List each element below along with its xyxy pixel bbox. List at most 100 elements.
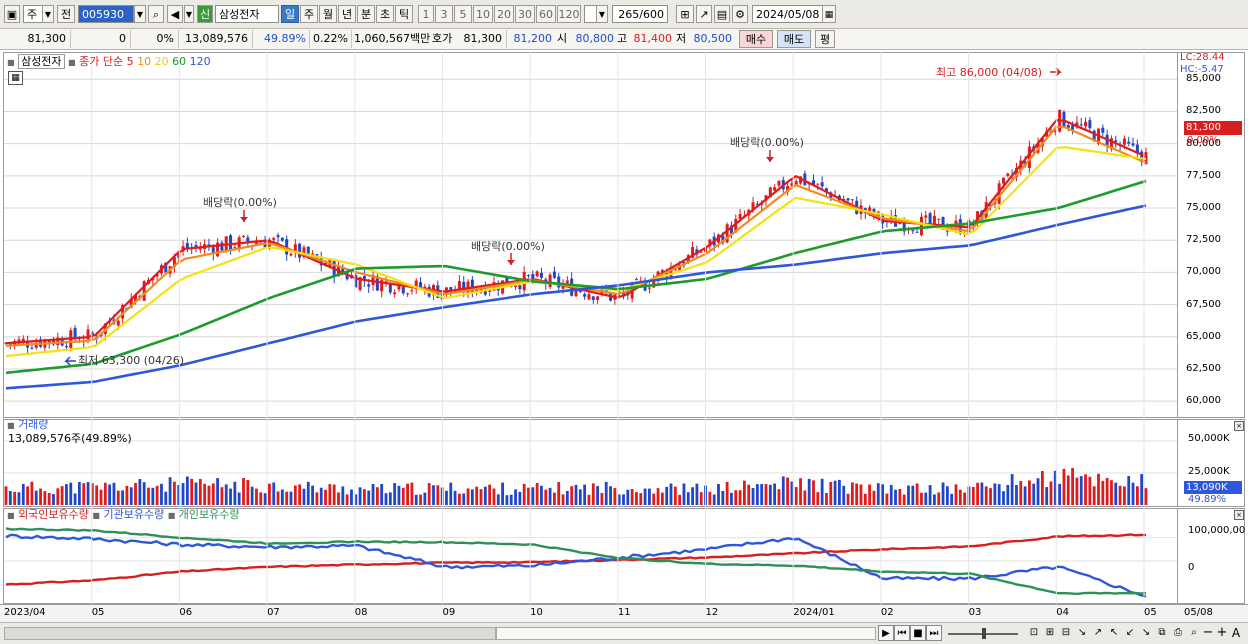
- font-size-icon[interactable]: A: [1228, 625, 1244, 641]
- volume-bar: [181, 483, 185, 505]
- volume-bar: [747, 484, 751, 505]
- volume-bar: [963, 492, 967, 505]
- print-icon[interactable]: ⎙: [1170, 625, 1186, 641]
- rewind-icon[interactable]: ⏮: [894, 625, 910, 641]
- volume-bar: [276, 491, 280, 505]
- draw-icon[interactable]: ↗: [1090, 625, 1106, 641]
- volume-bar: [1140, 474, 1144, 505]
- volume-bar: [665, 486, 669, 505]
- candle-body: [30, 347, 34, 349]
- volume-bar: [17, 492, 21, 505]
- volume-bar: [337, 492, 340, 505]
- volume-bar: [108, 484, 112, 505]
- legend-period-10[interactable]: 10: [137, 55, 151, 68]
- candle-body: [289, 253, 293, 256]
- volume-bar: [419, 494, 422, 505]
- copy-icon[interactable]: ⧉: [1154, 625, 1170, 641]
- volume-bar: [971, 487, 975, 505]
- legend-bullet-icon: ■: [68, 58, 76, 67]
- volume-bar: [695, 483, 699, 505]
- crosshair-icon[interactable]: ⊡: [1026, 625, 1042, 641]
- stop-icon[interactable]: ■: [910, 625, 926, 641]
- volume-bar: [643, 488, 647, 505]
- volume-bar: [924, 492, 928, 505]
- layout-icon[interactable]: ⊞: [1042, 625, 1058, 641]
- volume-bar: [1028, 480, 1031, 505]
- holdings-series-foreign[interactable]: 외국인보유수량: [18, 508, 89, 521]
- volume-bar: [535, 483, 539, 505]
- legend-indicator[interactable]: 종가 단순: [79, 55, 123, 68]
- legend-title[interactable]: 삼성전자: [18, 54, 65, 69]
- volume-bar: [734, 490, 738, 505]
- candle-body: [587, 294, 591, 300]
- volume-bar: [470, 489, 474, 505]
- close-icon[interactable]: ×: [1234, 421, 1244, 431]
- volume-bar: [298, 484, 302, 505]
- close-icon[interactable]: ×: [1234, 510, 1244, 520]
- volume-bar: [233, 481, 237, 505]
- scroll-right-icon[interactable]: ▶: [878, 625, 894, 641]
- legend-period-5[interactable]: 5: [127, 55, 134, 68]
- volume-bar: [4, 486, 8, 505]
- holdings-series-institution[interactable]: 기관보유수량: [103, 508, 164, 521]
- volume-bar: [1079, 476, 1083, 505]
- arrow-icon[interactable]: ↘: [1138, 625, 1154, 641]
- volume-bar: [319, 487, 323, 505]
- volume-bar: [173, 481, 176, 505]
- volume-bar: [609, 486, 612, 505]
- candle-body: [919, 216, 923, 236]
- holdings-tick: 100,000,00: [1188, 525, 1246, 536]
- volume-title[interactable]: 거래량: [18, 418, 48, 431]
- legend-period-120[interactable]: 120: [190, 55, 211, 68]
- scroll-track[interactable]: [4, 627, 496, 640]
- volume-bar: [242, 478, 245, 505]
- volume-bar: [1123, 486, 1126, 505]
- volume-bar: [1006, 484, 1010, 505]
- draw-icon[interactable]: ↖: [1106, 625, 1122, 641]
- draw-icon[interactable]: ↙: [1122, 625, 1138, 641]
- legend-bullet-icon: ■: [92, 511, 100, 520]
- trendline-icon[interactable]: ↘: [1074, 625, 1090, 641]
- volume-bar: [799, 478, 802, 505]
- volume-bar: [121, 490, 124, 505]
- volume-bar: [648, 488, 651, 505]
- volume-bar: [1101, 480, 1105, 505]
- volume-bar: [492, 488, 496, 505]
- volume-bar: [311, 485, 314, 505]
- volume-bar: [129, 487, 133, 505]
- volume-bar: [306, 481, 310, 505]
- date-tick: 05: [91, 607, 105, 618]
- volume-bar: [656, 488, 660, 505]
- date-tick: 07: [267, 607, 280, 618]
- volume-bar: [160, 483, 163, 505]
- volume-tick: 25,000K: [1188, 466, 1230, 477]
- chart-canvas[interactable]: [0, 0, 1248, 643]
- candle-body: [229, 235, 233, 250]
- legend-period-60[interactable]: 60: [172, 55, 186, 68]
- candle-body: [1002, 177, 1005, 184]
- volume-bar: [458, 493, 461, 505]
- dividend-annotation: 배당락(0.00%): [203, 196, 277, 209]
- scrollbar-thumb[interactable]: [496, 627, 876, 640]
- candle-body: [1088, 120, 1092, 129]
- date-tick: 10: [530, 607, 543, 618]
- forward-icon[interactable]: ⏭: [926, 625, 942, 641]
- volume-bar: [950, 493, 954, 505]
- volume-bar: [263, 493, 267, 505]
- volume-bar: [302, 488, 306, 505]
- volume-bar: [915, 483, 919, 505]
- candle-body: [280, 237, 284, 241]
- volume-bar: [1058, 483, 1062, 505]
- volume-bar: [384, 493, 388, 505]
- legend-period-20[interactable]: 20: [155, 55, 169, 68]
- volume-bar: [743, 480, 746, 505]
- grid-toggle-icon[interactable]: ▦: [8, 71, 23, 85]
- holdings-series-individual[interactable]: 개인보유수량: [179, 508, 240, 521]
- volume-bar: [1097, 473, 1100, 505]
- candle-body: [820, 182, 824, 187]
- volume-bar: [380, 483, 384, 505]
- volume-bar: [13, 491, 17, 505]
- frame-icon[interactable]: ⊟: [1058, 625, 1074, 641]
- volume-bar: [479, 489, 483, 505]
- zoom-slider-handle[interactable]: [982, 628, 986, 639]
